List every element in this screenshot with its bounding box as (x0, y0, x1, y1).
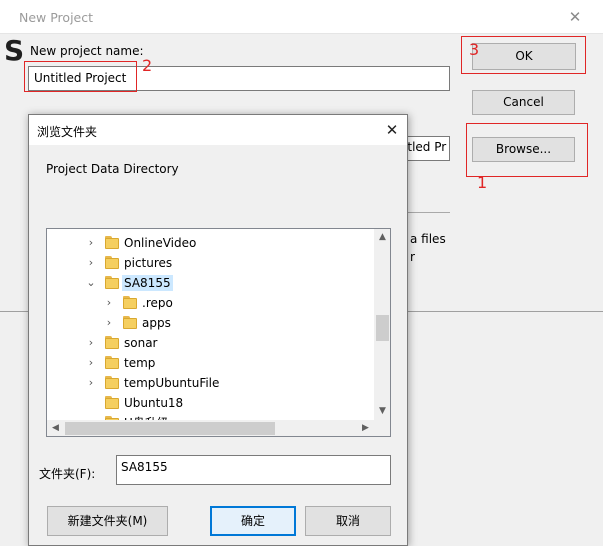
tree-item-label: temp (124, 356, 156, 370)
tree-item-label: .repo (142, 296, 173, 310)
folder-icon (123, 296, 137, 309)
tree-item[interactable]: › OnlineVideo (47, 233, 373, 253)
folder-icon (105, 336, 119, 349)
tree-item[interactable]: ⌄ SA8155 (47, 273, 373, 293)
chevron-right-icon[interactable]: › (85, 255, 97, 271)
annotation-number-2: 2 (142, 56, 153, 75)
scroll-down-icon[interactable]: ▼ (374, 403, 390, 420)
tree-item[interactable]: › pictures (47, 253, 373, 273)
browse-folder-dialog: 浏览文件夹 ✕ Project Data Directory › OnlineVi… (28, 114, 408, 546)
tree-item-label: apps (142, 316, 171, 330)
cancel-button[interactable]: 取消 (305, 506, 391, 536)
scroll-up-icon[interactable]: ▲ (374, 229, 390, 246)
folder-icon (105, 276, 119, 289)
annotation-box-ok (461, 36, 586, 74)
background-app-letter: S (4, 34, 25, 67)
annotation-number-3: 3 (469, 40, 480, 59)
tree-item-label: Ubuntu18 (124, 396, 184, 410)
folder-tree-list: › OnlineVideo › pictures ⌄ SA8155 › .repo › apps ›… (47, 229, 373, 420)
folder-icon (123, 316, 137, 329)
chevron-right-icon[interactable]: › (85, 235, 97, 251)
tree-item-label: pictures (124, 256, 173, 270)
option-text-r: r (410, 250, 415, 264)
folder-icon (105, 256, 119, 269)
cancel-button[interactable]: Cancel (472, 90, 575, 115)
tree-item[interactable]: › temp (47, 353, 373, 373)
folder-tree[interactable]: › OnlineVideo › pictures ⌄ SA8155 › .repo › apps ›… (46, 228, 391, 437)
divider (408, 212, 450, 213)
close-icon[interactable]: ✕ (383, 120, 401, 140)
horizontal-scroll-thumb[interactable] (65, 422, 275, 435)
new-project-title: New Project (19, 10, 94, 25)
horizontal-scrollbar[interactable]: ◀ ▶ (47, 420, 374, 436)
annotation-number-1: 1 (477, 173, 488, 192)
browse-folder-title: 浏览文件夹 (37, 125, 98, 139)
browse-description: Project Data Directory (46, 162, 179, 176)
vertical-scroll-thumb[interactable] (376, 315, 389, 341)
annotation-box-name (24, 61, 137, 92)
tree-item-label: tempUbuntuFile (124, 376, 220, 390)
tree-item[interactable]: Ubuntu18 (47, 393, 373, 413)
chevron-right-icon[interactable]: › (103, 315, 115, 331)
project-name-label: New project name: (30, 44, 144, 58)
new-project-titlebar: New Project ✕ (0, 0, 603, 34)
chevron-right-icon[interactable]: › (85, 375, 97, 391)
tree-item[interactable]: › tempUbuntuFile (47, 373, 373, 393)
new-folder-button[interactable]: 新建文件夹(M) (47, 506, 168, 536)
confirm-button[interactable]: 确定 (210, 506, 296, 536)
scroll-right-icon[interactable]: ▶ (357, 420, 374, 436)
scroll-left-icon[interactable]: ◀ (47, 420, 64, 436)
vertical-scrollbar[interactable]: ▲ ▼ (374, 229, 390, 420)
tree-item[interactable]: › apps (47, 313, 373, 333)
folder-icon (105, 376, 119, 389)
tree-item[interactable]: › sonar (47, 333, 373, 353)
tree-item-label: OnlineVideo (124, 236, 197, 250)
browse-folder-titlebar: 浏览文件夹 ✕ (29, 115, 407, 145)
chevron-down-icon[interactable]: ⌄ (85, 275, 97, 291)
tree-item-label: SA8155 (122, 275, 173, 291)
folder-input[interactable]: SA8155 (116, 455, 391, 485)
scrollbar-corner (374, 420, 390, 436)
annotation-box-browse (466, 123, 588, 177)
chevron-right-icon[interactable]: › (103, 295, 115, 311)
close-icon[interactable]: ✕ (567, 8, 583, 26)
folder-label: 文件夹(F): (39, 467, 96, 481)
folder-icon (105, 356, 119, 369)
chevron-right-icon[interactable]: › (85, 335, 97, 351)
option-text-files: a files (410, 232, 446, 246)
tree-item[interactable]: › .repo (47, 293, 373, 313)
folder-icon (105, 396, 119, 409)
tree-item[interactable]: U盘升级 (47, 413, 373, 420)
folder-icon (105, 236, 119, 249)
chevron-right-icon[interactable]: › (85, 355, 97, 371)
tree-item-label: sonar (124, 336, 158, 350)
